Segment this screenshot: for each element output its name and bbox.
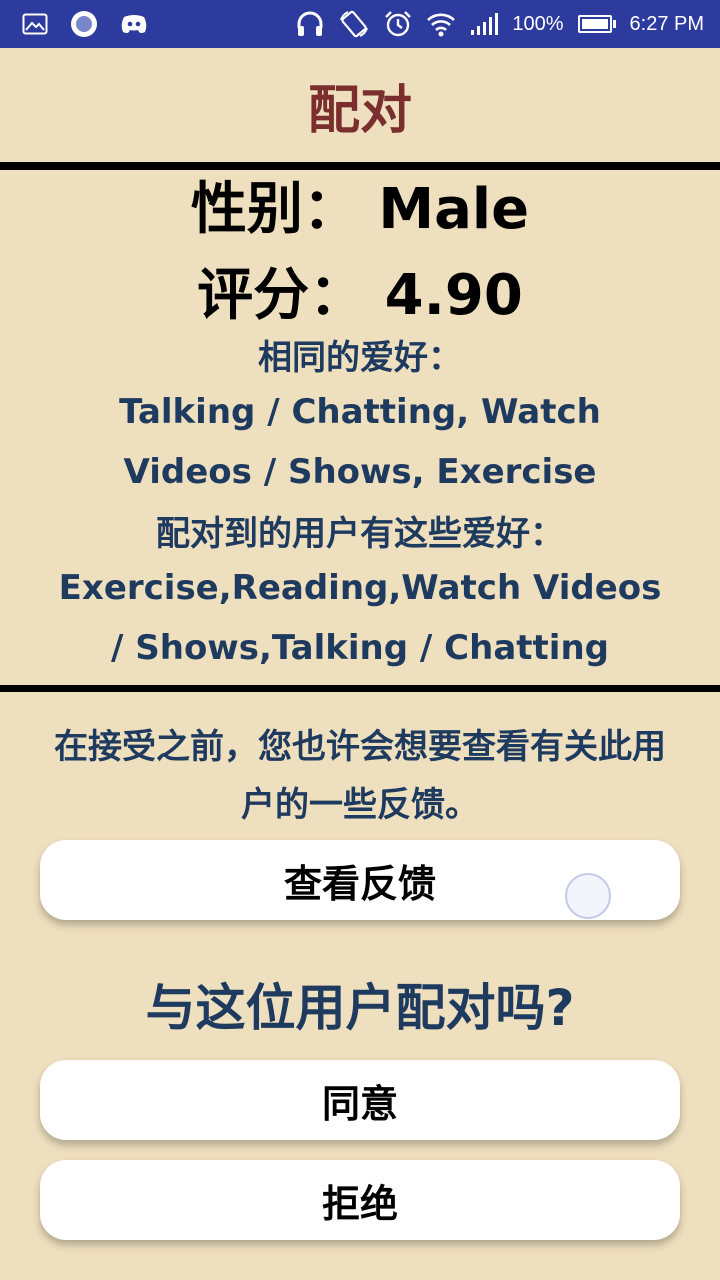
bottom-divider: [0, 685, 720, 692]
touch-ripple: [565, 873, 611, 919]
battery-percent: 100%: [512, 12, 564, 35]
status-bar: 100% 6:27 PM: [0, 0, 720, 48]
match-hobbies-label: 配对到的用户有这些爱好：: [156, 514, 564, 554]
status-left-icons: [22, 10, 148, 38]
header: 配对: [0, 48, 720, 162]
top-divider: [0, 162, 720, 170]
alarm-icon: [384, 10, 412, 38]
match-info-panel[interactable]: 性别： Male 评分： 4.90 相同的爱好： Talking / Chatt…: [0, 170, 720, 685]
wifi-icon: [426, 10, 456, 38]
match-hobbies-text: Exercise,Reading,Watch Videos / Shows,Ta…: [58, 568, 662, 668]
battery-icon: [577, 15, 616, 33]
match-question: 与这位用户配对吗?: [145, 979, 575, 1037]
headphones-icon: [296, 11, 324, 37]
reject-button[interactable]: 拒绝: [40, 1160, 680, 1240]
status-right-icons: 100% 6:27 PM: [296, 8, 704, 40]
gender-line: 性别： Male: [190, 177, 530, 242]
feedback-prompt: 在接受之前，您也许会想要查看有关此用户的一些反馈。: [54, 727, 666, 825]
discord-icon: [120, 13, 148, 35]
page-title: 配对: [307, 80, 412, 141]
common-hobbies-text: Talking / Chatting, Watch Videos / Shows…: [119, 392, 601, 492]
circle-app-icon: [70, 10, 98, 38]
status-time: 6:27 PM: [629, 12, 704, 35]
common-hobbies-label: 相同的爱好：: [258, 338, 462, 378]
gallery-icon: [22, 13, 48, 35]
rotate-icon: [338, 8, 370, 40]
signal-icon: [470, 12, 499, 36]
agree-button[interactable]: 同意: [40, 1060, 680, 1140]
rating-line: 评分： 4.90: [197, 263, 523, 328]
